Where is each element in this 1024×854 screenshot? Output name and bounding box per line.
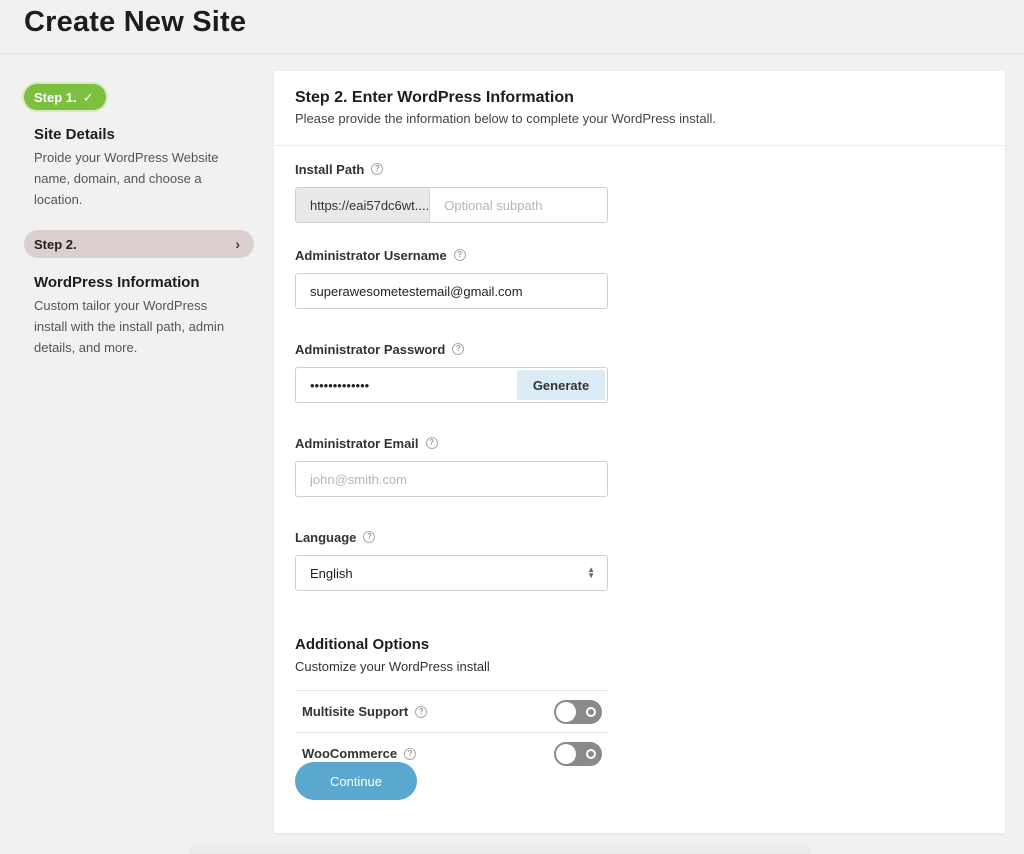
language-field: Language ? English ▲ ▼ <box>295 529 608 591</box>
multisite-label: Multisite Support <box>302 704 409 719</box>
step-1-heading: Site Details <box>34 126 115 143</box>
toggle-off-indicator <box>586 748 596 759</box>
woocommerce-label: WooCommerce <box>302 746 398 761</box>
wordpress-info-card: Step 2. Enter WordPress Information Plea… <box>274 71 1005 833</box>
help-icon[interactable]: ? <box>425 437 438 449</box>
admin-password-label-row: Administrator Password ? <box>295 341 608 357</box>
install-path-label: Install Path <box>295 161 365 177</box>
install-path-label-row: Install Path ? <box>295 161 608 177</box>
toggle-knob <box>556 743 576 764</box>
admin-email-input[interactable] <box>296 462 607 496</box>
bottom-shade <box>190 842 810 854</box>
step-2-label: Step 2. <box>34 236 77 252</box>
continue-button[interactable]: Continue <box>295 762 417 800</box>
language-select[interactable]: English ▲ ▼ <box>295 555 608 591</box>
admin-username-label: Administrator Username <box>295 247 447 263</box>
additional-options-subtitle: Customize your WordPress install <box>295 659 490 674</box>
card-subtitle: Please provide the information below to … <box>295 111 717 126</box>
admin-username-input[interactable] <box>296 274 607 308</box>
help-icon[interactable]: ? <box>371 163 384 175</box>
card-title: Step 2. Enter WordPress Information <box>295 89 574 106</box>
admin-password-box: Generate <box>295 367 608 403</box>
generate-password-button[interactable]: Generate <box>517 370 605 400</box>
woocommerce-label-row: WooCommerce ? <box>302 746 417 761</box>
admin-password-label: Administrator Password <box>295 341 446 357</box>
multisite-option-row: Multisite Support ? <box>295 690 608 732</box>
step-2-pill[interactable]: Step 2. › <box>24 230 254 258</box>
help-icon[interactable]: ? <box>363 531 376 543</box>
step-1-description: Proide your WordPress Website name, doma… <box>34 150 219 207</box>
language-label: Language <box>295 529 357 545</box>
language-label-row: Language ? <box>295 529 608 545</box>
admin-username-field: Administrator Username ? <box>295 247 608 309</box>
step-1-label: Step 1. <box>34 89 77 105</box>
step-2-description: Custom tailor your WordPress install wit… <box>34 298 225 355</box>
multisite-toggle[interactable] <box>554 699 602 724</box>
admin-email-field: Administrator Email ? <box>295 435 608 497</box>
select-arrows-icon: ▲ ▼ <box>587 565 595 580</box>
page-title: Create New Site <box>24 6 247 38</box>
admin-email-box <box>295 461 608 497</box>
multisite-label-row: Multisite Support ? <box>302 704 428 719</box>
wordpress-form: Install Path ? https://eai57dc6wt.... Ad… <box>295 161 608 774</box>
woocommerce-toggle[interactable] <box>554 741 602 766</box>
help-icon[interactable]: ? <box>415 705 428 718</box>
admin-password-input[interactable] <box>296 368 515 402</box>
steps-sidebar: Step 1. ✓ Site Details Proide your WordP… <box>24 84 256 358</box>
language-selected-value: English <box>310 565 353 581</box>
install-path-prefix: https://eai57dc6wt.... <box>296 188 431 222</box>
step-1-pill[interactable]: Step 1. ✓ <box>24 84 106 110</box>
admin-email-label: Administrator Email <box>295 435 419 451</box>
admin-username-box <box>295 273 608 309</box>
admin-username-label-row: Administrator Username ? <box>295 247 608 263</box>
title-divider <box>0 53 1024 54</box>
additional-options-section: Additional Options Customize your WordPr… <box>295 636 608 774</box>
install-path-input-group: https://eai57dc6wt.... <box>295 187 608 223</box>
card-header: Step 2. Enter WordPress Information Plea… <box>274 71 1005 146</box>
admin-email-label-row: Administrator Email ? <box>295 435 608 451</box>
install-path-field: Install Path ? https://eai57dc6wt.... <box>295 161 608 223</box>
toggle-off-indicator <box>586 706 596 717</box>
step-2-heading: WordPress Information <box>34 274 200 291</box>
install-subpath-input[interactable] <box>430 188 607 222</box>
admin-password-field: Administrator Password ? Generate <box>295 341 608 403</box>
chevron-right-icon: › <box>235 236 240 252</box>
help-icon[interactable]: ? <box>452 343 465 355</box>
help-icon[interactable]: ? <box>404 747 417 760</box>
toggle-knob <box>556 701 576 722</box>
check-icon: ✓ <box>82 89 94 105</box>
additional-options-title: Additional Options <box>295 636 430 653</box>
help-icon[interactable]: ? <box>453 249 466 261</box>
